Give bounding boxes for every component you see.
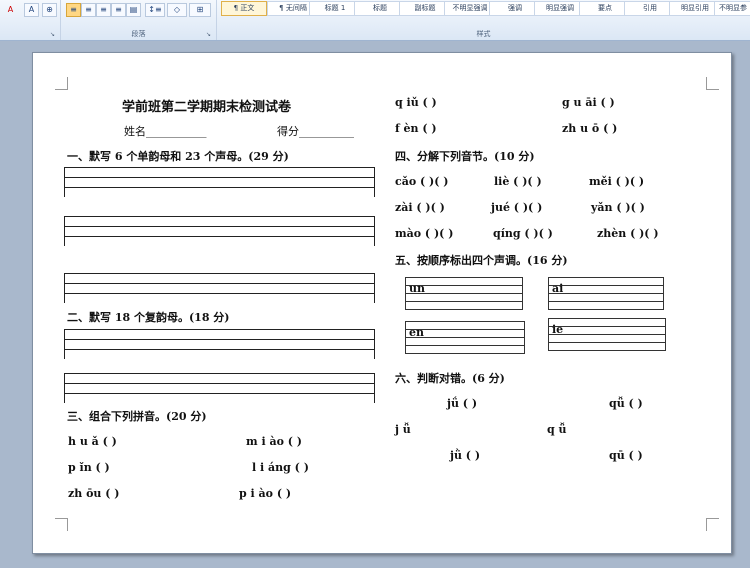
tone-box-label: ai [552, 282, 564, 295]
crop-mark [706, 518, 719, 531]
writing-lines [64, 373, 375, 403]
tone-box-label: un [409, 282, 425, 295]
styles-group-label: 样式 [476, 30, 491, 38]
syllable-item: měi ( )( ) [589, 175, 645, 188]
style-subtle-reference[interactable]: 不明显参 [714, 1, 750, 16]
pinyin-item: zh u ō ( ) [562, 122, 618, 135]
shading-icon[interactable]: ◇ [167, 3, 187, 17]
pinyin-item: p i ào ( ) [239, 487, 292, 500]
tone-box: en [405, 321, 525, 354]
paragraph-group-label: 段落 [131, 30, 146, 38]
syllable-item: cǎo ( )( ) [395, 175, 449, 188]
writing-lines [64, 329, 375, 359]
align-left-icon[interactable]: ≡ [66, 3, 81, 17]
font-dialog-launcher-icon[interactable]: ↘ [50, 31, 57, 38]
align-center-icon[interactable]: ≡ [81, 3, 96, 17]
syllable-item: zhèn ( )( ) [597, 227, 659, 240]
ribbon: A A ⊕ ↘ ≡ ≡ ≡ ≡ ▤ ↕≡ ◇ ⊞ 段落 ↘ ¶ 正文 ¶ 无间隔… [0, 0, 750, 41]
name-label: 姓名___________ [124, 125, 207, 138]
crop-mark [55, 77, 68, 90]
justify-icon[interactable]: ≡ [111, 3, 126, 17]
judge-item: jǘ ( ) [447, 397, 478, 410]
section-1-heading: 一、默写 6 个单韵母和 23 个声母。(29 分) [67, 150, 289, 163]
writing-lines [64, 167, 375, 197]
tone-box: un [405, 277, 523, 310]
score-label: 得分__________ [277, 125, 354, 138]
section-5-heading: 五、按顺序标出四个声调。(16 分) [395, 254, 568, 267]
pinyin-item: q iǔ ( ) [395, 96, 437, 109]
align-right-icon[interactable]: ≡ [96, 3, 111, 17]
pinyin-item: f èn ( ) [395, 122, 437, 135]
pinyin-item: zh ōu ( ) [68, 487, 120, 500]
page-title: 学前班第二学期期末检测试卷 [122, 100, 292, 115]
section-4-heading: 四、分解下列音节。(10 分) [395, 150, 535, 163]
pinyin-item: p ǐn ( ) [68, 461, 110, 474]
writing-lines [64, 216, 375, 246]
pinyin-item: l i áng ( ) [252, 461, 309, 474]
tone-box-label: ie [552, 323, 564, 336]
line-spacing-icon[interactable]: ↕≡ [145, 3, 165, 17]
syllable-item: yǎn ( )( ) [591, 201, 645, 214]
distribute-icon[interactable]: ▤ [126, 3, 141, 17]
syllable-item: jué ( )( ) [491, 201, 543, 214]
style-normal[interactable]: ¶ 正文 [221, 1, 267, 16]
font-color-icon[interactable]: A [3, 3, 18, 17]
syllable-item: qíng ( )( ) [493, 227, 553, 240]
judge-item: qū ( ) [609, 449, 643, 462]
pinyin-item: m i ào ( ) [246, 435, 303, 448]
paragraph-dialog-launcher-icon[interactable]: ↘ [206, 31, 213, 38]
section-6-heading: 六、判断对错。(6 分) [395, 372, 505, 385]
writing-lines [64, 273, 375, 303]
judge-item: jǜ ( ) [450, 449, 481, 462]
paragraph-group: ≡ ≡ ≡ ≡ ▤ ↕≡ ◇ ⊞ 段落 ↘ [61, 0, 217, 40]
document-page[interactable]: 学前班第二学期期末检测试卷 姓名___________ 得分__________… [32, 52, 732, 554]
syllable-item: liè ( )( ) [494, 175, 542, 188]
enclose-char-icon[interactable]: ⊕ [42, 3, 57, 17]
crop-mark [55, 518, 68, 531]
char-shading-icon[interactable]: A [24, 3, 39, 17]
section-3-heading: 三、组合下列拼音。(20 分) [67, 410, 207, 423]
judge-item: qǚ ( ) [609, 397, 643, 410]
judge-item: q ǚ [547, 423, 567, 436]
syllable-item: mào ( )( ) [395, 227, 454, 240]
syllable-item: zài ( )( ) [395, 201, 445, 214]
judge-item: j ǚ [395, 423, 411, 436]
styles-group: ¶ 正文 ¶ 无间隔 标题 1 标题 副标题 不明显强调 强调 明显强调 要点 … [217, 0, 750, 40]
pinyin-item: g u āi ( ) [562, 96, 615, 109]
tone-box-label: en [409, 326, 424, 339]
font-group: A A ⊕ ↘ [0, 0, 61, 40]
tone-box: ie [548, 318, 666, 351]
section-2-heading: 二、默写 18 个复韵母。(18 分) [67, 311, 230, 324]
tone-box: ai [548, 277, 664, 310]
crop-mark [706, 77, 719, 90]
borders-icon[interactable]: ⊞ [189, 3, 211, 17]
pinyin-item: h u ǎ ( ) [68, 435, 117, 448]
